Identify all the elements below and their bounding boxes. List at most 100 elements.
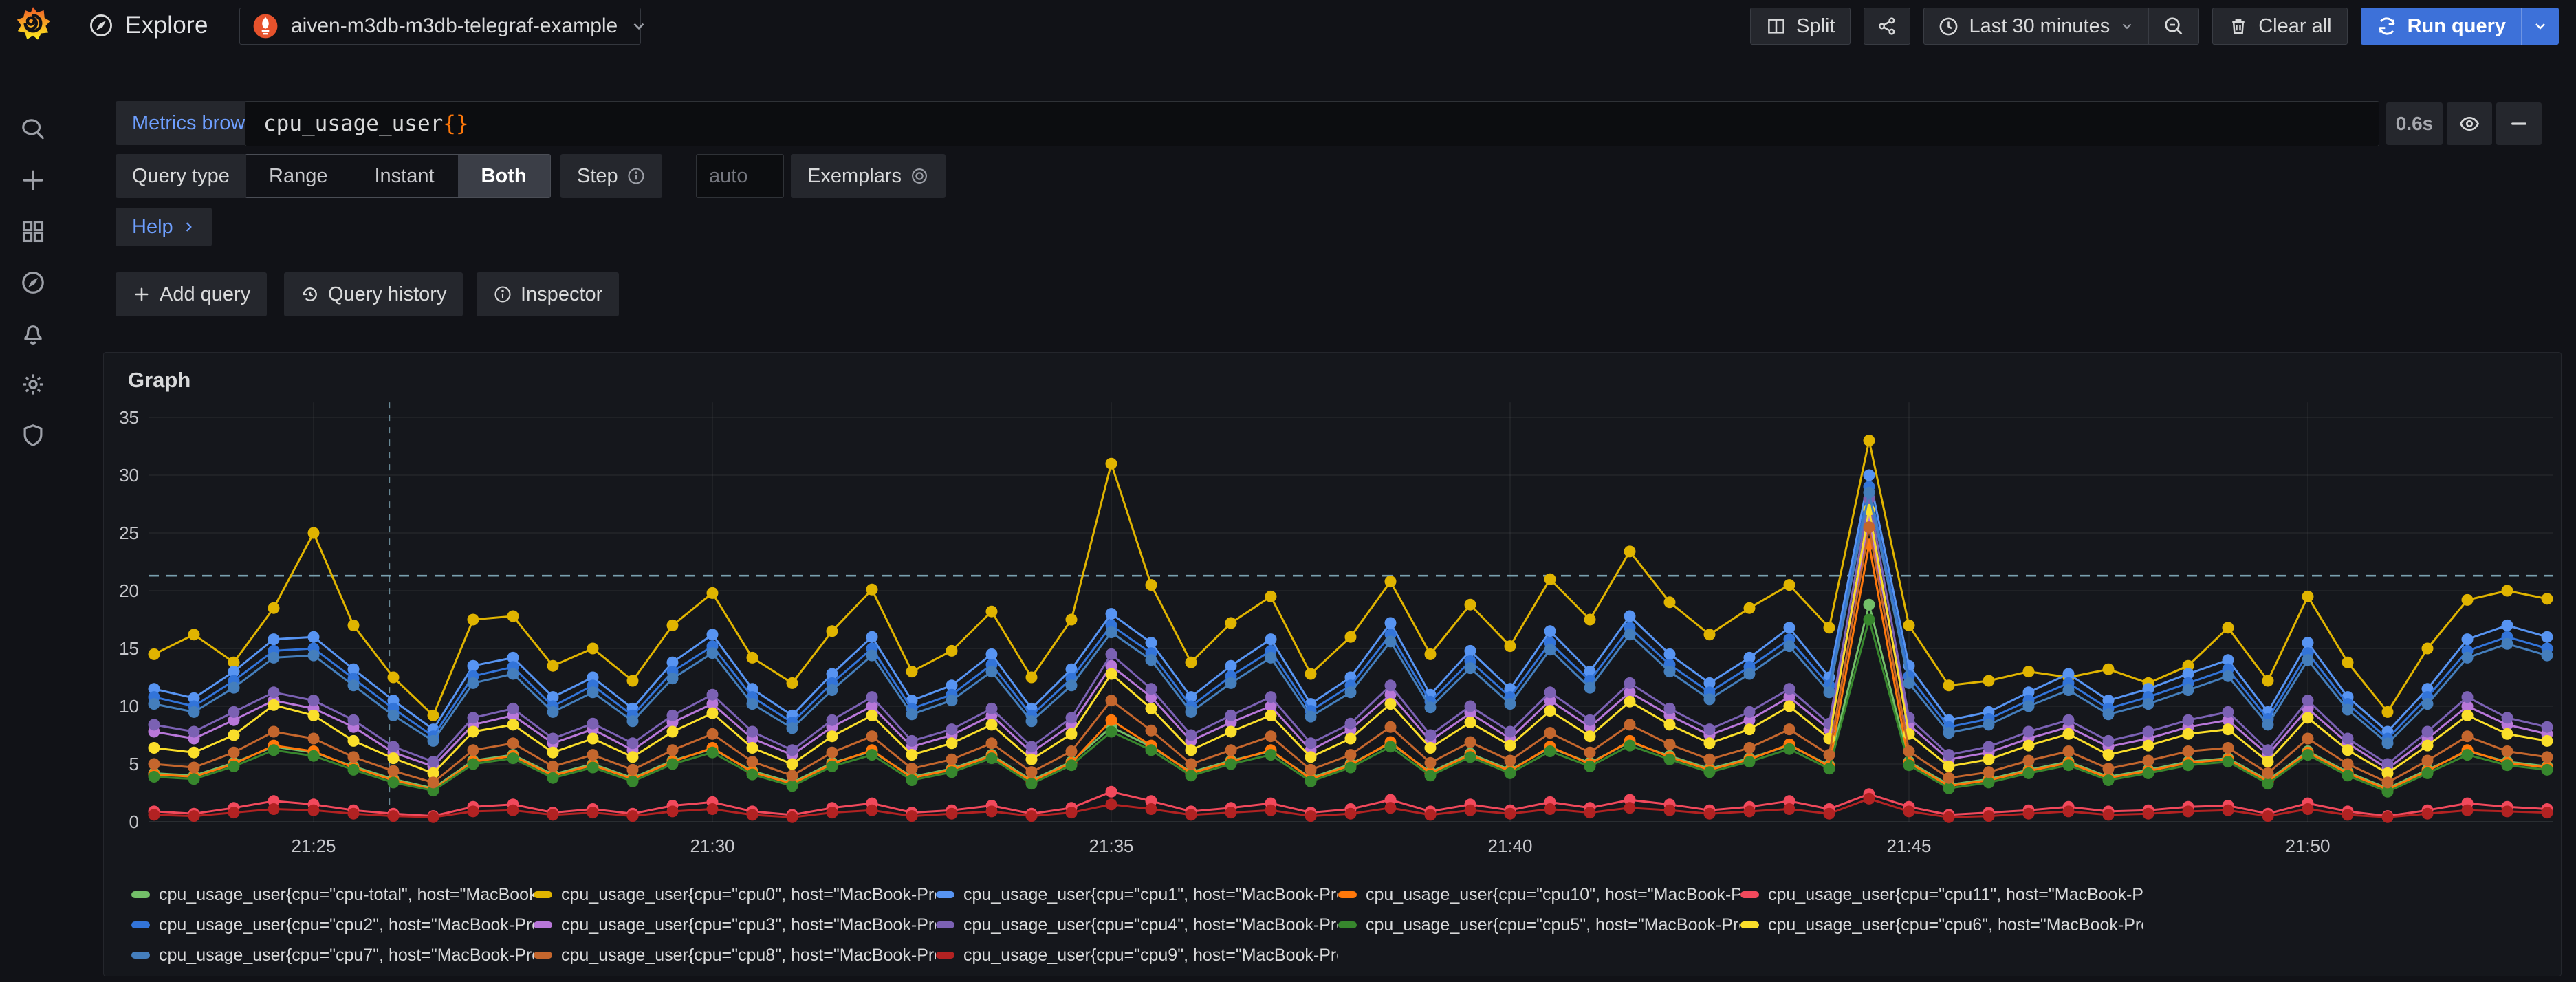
- legend-item[interactable]: cpu_usage_user{cpu="cpu6", host="MacBook…: [1740, 915, 2143, 935]
- explore-title-icon: [88, 12, 114, 39]
- svg-text:0: 0: [129, 811, 139, 832]
- add-query-button[interactable]: Add query: [116, 272, 267, 316]
- minus-icon: [2508, 113, 2530, 135]
- legend-label: cpu_usage_user{cpu="cpu3", host="MacBook…: [561, 915, 936, 935]
- shield-icon[interactable]: [18, 420, 48, 450]
- clear-all-button[interactable]: Clear all: [2212, 8, 2347, 45]
- legend-swatch: [936, 891, 954, 898]
- nav-actions: Split Last 30 minutes Clear all: [1750, 8, 2559, 45]
- legend-item[interactable]: cpu_usage_user{cpu="cpu7", host="MacBook…: [131, 946, 534, 965]
- help-button[interactable]: Help: [116, 208, 212, 246]
- inspector-button[interactable]: Inspector: [477, 272, 619, 316]
- zoom-out-icon: [2163, 15, 2185, 37]
- legend-item[interactable]: cpu_usage_user{cpu="cpu3", host="MacBook…: [534, 915, 936, 935]
- legend-swatch: [1338, 891, 1357, 898]
- legend-swatch: [534, 952, 552, 959]
- svg-text:21:35: 21:35: [1089, 836, 1133, 856]
- legend-row: cpu_usage_user{cpu="cpu7", host="MacBook…: [131, 940, 2554, 970]
- range-label: Range: [269, 165, 327, 188]
- page-title-wrap: Explore: [88, 12, 208, 39]
- zoom-out-button[interactable]: [2148, 8, 2198, 44]
- legend-item[interactable]: cpu_usage_user{cpu="cpu-total", host="Ma…: [131, 885, 534, 905]
- legend-swatch: [131, 891, 150, 898]
- add-query-label: Add query: [160, 283, 250, 306]
- step-input[interactable]: auto: [696, 154, 784, 198]
- remove-query-button[interactable]: [2496, 102, 2542, 145]
- legend-item[interactable]: cpu_usage_user{cpu="cpu0", host="MacBook…: [534, 885, 936, 905]
- legend-label: cpu_usage_user{cpu="cpu1", host="MacBook…: [963, 885, 1338, 905]
- legend-label: cpu_usage_user{cpu="cpu2", host="MacBook…: [159, 915, 534, 935]
- legend-label: cpu_usage_user{cpu="cpu7", host="MacBook…: [159, 946, 534, 965]
- legend-item[interactable]: cpu_usage_user{cpu="cpu2", host="MacBook…: [131, 915, 534, 935]
- query-input[interactable]: cpu_usage_user{}: [245, 101, 2379, 146]
- legend-item[interactable]: cpu_usage_user{cpu="cpu5", host="MacBook…: [1338, 915, 1740, 935]
- explore-compass-icon[interactable]: [18, 268, 48, 298]
- run-query-button[interactable]: Run query: [2361, 8, 2521, 45]
- chevron-down-icon: [2119, 19, 2135, 34]
- legend-item[interactable]: cpu_usage_user{cpu="cpu1", host="MacBook…: [936, 885, 1338, 905]
- time-picker-group: Last 30 minutes: [1923, 8, 2199, 45]
- query-history-button[interactable]: Query history: [284, 272, 463, 316]
- chevron-down-icon: [2532, 18, 2548, 34]
- legend-swatch: [534, 921, 552, 928]
- search-icon[interactable]: [18, 114, 48, 144]
- legend-swatch: [534, 891, 552, 898]
- settings-gear-icon[interactable]: [18, 369, 48, 400]
- run-query-label: Run query: [2408, 15, 2506, 38]
- query-type-instant[interactable]: Instant: [351, 155, 457, 197]
- time-range-picker[interactable]: Last 30 minutes: [1924, 8, 2148, 44]
- info-circle-icon: [626, 166, 646, 186]
- step-label-chip: Step: [560, 154, 662, 198]
- clear-all-label: Clear all: [2258, 15, 2331, 38]
- legend-label: cpu_usage_user{cpu="cpu4", host="MacBook…: [963, 915, 1338, 935]
- query-duration: 0.6s: [2396, 113, 2434, 135]
- share-button[interactable]: [1864, 8, 1910, 45]
- panel-title[interactable]: Graph: [128, 368, 190, 393]
- run-query-dropdown[interactable]: [2521, 8, 2559, 45]
- step-label: Step: [577, 165, 618, 188]
- prometheus-icon: [252, 13, 279, 39]
- legend-swatch: [1338, 921, 1357, 928]
- history-icon: [301, 285, 320, 304]
- eye-icon: [2458, 113, 2480, 135]
- dashboards-icon[interactable]: [18, 217, 48, 247]
- legend-label: cpu_usage_user{cpu="cpu10", host="MacBoo…: [1366, 885, 1740, 905]
- svg-text:21:40: 21:40: [1487, 836, 1532, 856]
- plus-icon[interactable]: [18, 165, 48, 195]
- legend-item[interactable]: cpu_usage_user{cpu="cpu11", host="MacBoo…: [1740, 885, 2143, 905]
- instant-label: Instant: [374, 165, 434, 188]
- sidebar: [0, 0, 65, 982]
- exemplars-label: Exemplars: [807, 165, 902, 188]
- legend-label: cpu_usage_user{cpu="cpu8", host="MacBook…: [561, 946, 936, 965]
- alerting-bell-icon[interactable]: [18, 318, 48, 349]
- legend-label: cpu_usage_user{cpu="cpu5", host="MacBook…: [1366, 915, 1740, 935]
- svg-text:10: 10: [119, 696, 139, 717]
- query-type-range[interactable]: Range: [245, 155, 351, 197]
- legend-swatch: [131, 921, 150, 928]
- legend-swatch: [1740, 891, 1759, 898]
- page-title: Explore: [125, 12, 208, 39]
- query-type-label: Query type: [132, 165, 230, 188]
- datasource-picker[interactable]: aiven-m3db-m3db-telegraf-example: [239, 8, 641, 45]
- query-type-both[interactable]: Both: [458, 155, 550, 197]
- svg-text:30: 30: [119, 465, 139, 485]
- legend-label: cpu_usage_user{cpu="cpu6", host="MacBook…: [1768, 915, 2143, 935]
- split-button[interactable]: Split: [1750, 8, 1851, 45]
- graph-legend: cpu_usage_user{cpu="cpu-total", host="Ma…: [131, 880, 2554, 970]
- datasource-name: aiven-m3db-m3db-telegraf-example: [291, 14, 618, 38]
- svg-text:15: 15: [119, 638, 139, 659]
- legend-item[interactable]: cpu_usage_user{cpu="cpu8", host="MacBook…: [534, 946, 936, 965]
- legend-item[interactable]: cpu_usage_user{cpu="cpu10", host="MacBoo…: [1338, 885, 1740, 905]
- grafana-logo[interactable]: [14, 6, 52, 43]
- exemplars-toggle[interactable]: Exemplars: [791, 154, 946, 198]
- legend-label: cpu_usage_user{cpu="cpu9", host="MacBook…: [963, 946, 1338, 965]
- legend-swatch: [936, 921, 954, 928]
- trash-icon: [2228, 16, 2249, 36]
- graph-canvas[interactable]: 0510152025303521:2521:3021:3521:4021:452…: [104, 402, 2561, 877]
- legend-item[interactable]: cpu_usage_user{cpu="cpu9", host="MacBook…: [936, 946, 1338, 965]
- legend-swatch: [1740, 921, 1759, 928]
- toggle-visibility-button[interactable]: [2447, 102, 2492, 145]
- query-text: cpu_usage_user: [263, 111, 443, 136]
- legend-item[interactable]: cpu_usage_user{cpu="cpu4", host="MacBook…: [936, 915, 1338, 935]
- svg-text:25: 25: [119, 523, 139, 543]
